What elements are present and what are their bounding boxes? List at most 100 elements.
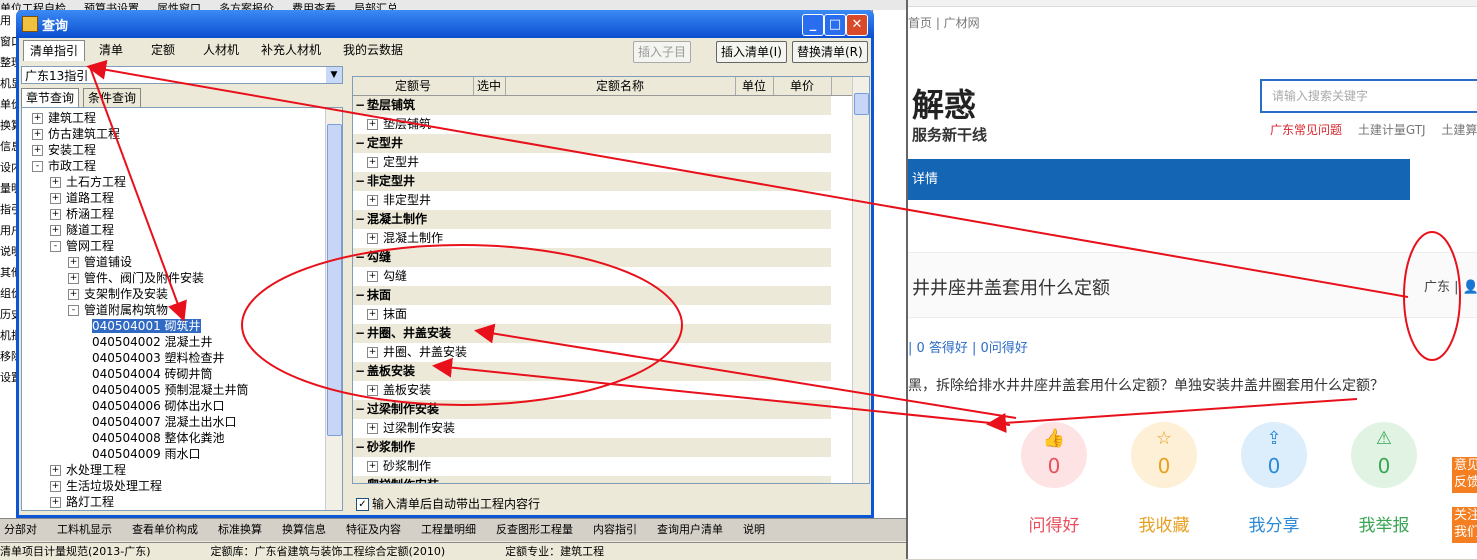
tree-scroll-thumb[interactable] xyxy=(327,124,342,436)
action-circle[interactable]: ☆ 0 xyxy=(1131,422,1197,488)
grid-row[interactable]: − 盖板安装 xyxy=(353,362,831,381)
tree-node[interactable]: + 道路工程 xyxy=(50,190,114,206)
collapse-icon[interactable]: − xyxy=(353,172,367,191)
tree-node[interactable]: + 土石方工程 xyxy=(50,174,126,190)
expand-icon[interactable]: + xyxy=(50,209,61,220)
grid-row[interactable]: − 勾缝 xyxy=(353,248,831,267)
grid-row[interactable]: + 过梁制作安装 xyxy=(353,419,831,438)
grid-row[interactable]: −爬梯制作安装 xyxy=(353,476,831,483)
expand-icon[interactable]: + xyxy=(367,157,378,168)
tab-cloud-data[interactable]: 我的云数据 xyxy=(337,40,409,60)
nav-details[interactable]: 详情 xyxy=(912,172,938,187)
grid-row[interactable]: − 定型井 xyxy=(353,134,831,153)
collapse-icon[interactable]: - xyxy=(50,241,61,252)
auto-content-checkbox[interactable]: ✓ xyxy=(356,498,369,511)
tree-node[interactable]: + 管件、阀门及附件安装 xyxy=(68,270,204,286)
hot-link-gd-faq[interactable]: 广东常见问题 xyxy=(1270,123,1342,137)
tree-node[interactable]: 040504006 砌体出水口 xyxy=(86,398,225,414)
tab-extra-labor-material[interactable]: 补充人材机 xyxy=(255,40,327,60)
bg-bottom-tab[interactable]: 分部对 xyxy=(0,519,41,539)
bg-bottom-tab[interactable]: 特征及内容 xyxy=(342,519,405,539)
bg-bottom-tab[interactable]: 查询用户清单 xyxy=(653,519,727,539)
chevron-down-icon[interactable]: ▼ xyxy=(326,67,342,83)
grid-row[interactable]: − 垫层铺筑 xyxy=(353,96,831,115)
tree-node[interactable]: - 市政工程 xyxy=(32,158,96,174)
expand-icon[interactable]: + xyxy=(32,113,43,124)
tree-node[interactable]: + 桥涵工程 xyxy=(50,206,114,222)
col-unit[interactable]: 单位 xyxy=(735,77,774,95)
grid-row[interactable]: + 垫层铺筑 xyxy=(353,115,831,134)
grid-row[interactable]: − 过梁制作安装 xyxy=(353,400,831,419)
collapse-icon[interactable]: − xyxy=(353,248,367,267)
tree-node[interactable]: 040504002 混凝土井 xyxy=(86,334,213,350)
expand-icon[interactable]: + xyxy=(367,271,378,282)
grid-row[interactable]: − 井圈、井盖安装 xyxy=(353,324,831,343)
expand-icon[interactable]: + xyxy=(367,385,378,396)
tree-node[interactable]: + 支架制作及安装 xyxy=(68,286,168,302)
tree-node[interactable]: 040504008 整体化粪池 xyxy=(86,430,225,446)
grid-row[interactable]: + 非定型井 xyxy=(353,191,831,210)
bg-bottom-tab[interactable]: 换算信息 xyxy=(278,519,330,539)
bg-bottom-tab[interactable]: 查看单价构成 xyxy=(128,519,202,539)
collapse-icon[interactable]: − xyxy=(353,134,367,153)
expand-icon[interactable]: + xyxy=(50,193,61,204)
grid-row[interactable]: − 砂浆制作 xyxy=(353,438,831,457)
bg-bottom-tab[interactable]: 工料机显示 xyxy=(53,519,116,539)
tree-node[interactable]: 040504009 雨水口 xyxy=(86,446,201,462)
tree-node[interactable]: + 水处理工程 xyxy=(50,462,126,478)
collapse-icon[interactable]: − xyxy=(353,286,367,305)
action-thumbs-up[interactable]: 👍 0 问得好 xyxy=(1004,422,1104,536)
question-stats[interactable]: | 0 答得好 | 0问得好 xyxy=(908,337,1028,356)
breadcrumb[interactable]: 首页 | 广材网 xyxy=(908,14,980,31)
col-quota-name[interactable]: 定额名称 xyxy=(505,77,736,95)
expand-icon[interactable]: + xyxy=(367,309,378,320)
dialog-titlebar[interactable]: 查询 _ □ ✕ xyxy=(16,10,874,38)
grid-row[interactable]: + 定型井 xyxy=(353,153,831,172)
expand-icon[interactable]: + xyxy=(367,195,378,206)
collapse-icon[interactable]: - xyxy=(32,161,43,172)
grid-scroll-thumb[interactable] xyxy=(854,93,869,115)
action-star[interactable]: ☆ 0 我收藏 xyxy=(1114,422,1214,536)
action-share[interactable]: ⇪ 0 我分享 xyxy=(1224,422,1324,536)
tree-node[interactable]: + 隧道工程 xyxy=(50,222,114,238)
expand-icon[interactable]: + xyxy=(68,289,79,300)
grid-row[interactable]: + 勾缝 xyxy=(353,267,831,286)
insert-list-button[interactable]: 插入清单(I) xyxy=(716,41,787,63)
col-selected[interactable]: 选中 xyxy=(473,77,506,95)
expand-icon[interactable]: + xyxy=(50,481,61,492)
tab-list[interactable]: 清单 xyxy=(93,40,129,60)
bg-bottom-tab[interactable]: 工程量明细 xyxy=(417,519,480,539)
tab-labor-material[interactable]: 人材机 xyxy=(197,40,245,60)
grid-row[interactable]: − 混凝土制作 xyxy=(353,210,831,229)
auto-content-checkbox-row[interactable]: ✓ 输入清单后自动带出工程内容行 xyxy=(356,495,540,512)
tree-node[interactable]: 040504005 预制混凝土井筒 xyxy=(86,382,249,398)
tree-node[interactable]: + 路灯工程 xyxy=(50,494,114,510)
tree-node[interactable]: 040504003 塑料检查井 xyxy=(86,350,225,366)
collapse-icon[interactable]: − xyxy=(353,400,367,419)
minimize-icon[interactable]: _ xyxy=(802,14,824,36)
grid-row[interactable]: + 抹面 xyxy=(353,305,831,324)
grid-row[interactable]: + 砂浆制作 xyxy=(353,457,831,476)
tree-node[interactable]: - 管道附属构筑物 xyxy=(68,302,168,318)
action-circle[interactable]: 👍 0 xyxy=(1021,422,1087,488)
tab-quota[interactable]: 定额 xyxy=(145,40,181,60)
tree-scrollbar[interactable] xyxy=(325,108,342,510)
tab-condition-query[interactable]: 条件查询 xyxy=(83,88,142,108)
tree-node[interactable]: - 管网工程 xyxy=(50,238,114,254)
expand-icon[interactable]: + xyxy=(32,129,43,140)
hot-link-tujian[interactable]: 土建算 xyxy=(1441,123,1477,137)
expand-icon[interactable]: + xyxy=(32,145,43,156)
col-price[interactable]: 单价 xyxy=(773,77,832,95)
tree-node[interactable]: 040504004 砖砌井筒 xyxy=(86,366,213,382)
tab-list-guide[interactable]: 清单指引 xyxy=(23,40,86,61)
tab-chapter-query[interactable]: 章节查询 xyxy=(21,88,80,107)
follow-tag[interactable]: 关注我们 xyxy=(1452,507,1477,543)
expand-icon[interactable]: + xyxy=(50,497,61,508)
grid-scrollbar[interactable] xyxy=(852,77,869,483)
action-circle[interactable]: ⚠ 0 xyxy=(1351,422,1417,488)
expand-icon[interactable]: + xyxy=(367,119,378,130)
bg-bottom-tab[interactable]: 标准换算 xyxy=(214,519,266,539)
tree-node[interactable]: + 管道铺设 xyxy=(68,254,132,270)
collapse-icon[interactable]: - xyxy=(68,305,79,316)
tree-node[interactable]: + 安装工程 xyxy=(32,142,96,158)
